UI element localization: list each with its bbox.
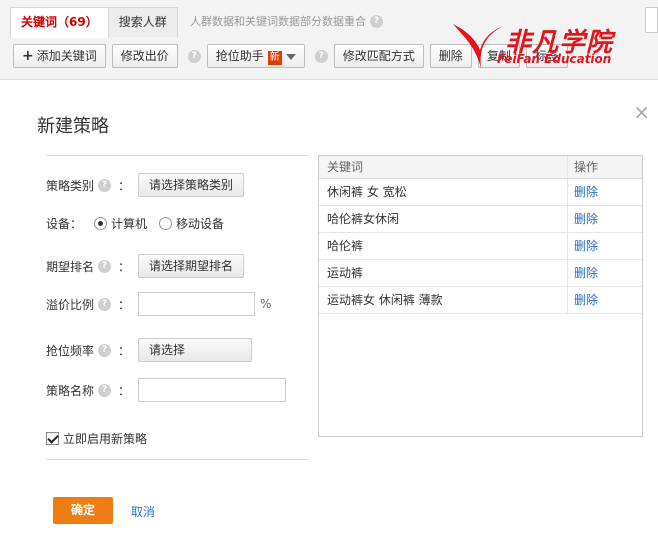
rank-select[interactable]: 请选择期望排名 <box>138 254 245 278</box>
keyword-cell: 休闲裤 女 宽松 <box>319 179 568 205</box>
divider <box>46 459 309 460</box>
delete-link[interactable]: 删除 <box>574 239 598 253</box>
help-icon[interactable]: ? <box>98 343 112 357</box>
name-row: 策略名称? ： <box>46 378 287 402</box>
delete-link[interactable]: 删除 <box>574 212 598 226</box>
tab-note-text: 人群数据和关键词数据部分数据重合 <box>190 15 366 28</box>
logo-subtext: FeiFan Education <box>497 52 612 66</box>
modify-bid-button[interactable]: 修改出价 <box>111 44 178 68</box>
delete-link[interactable]: 删除 <box>574 185 598 199</box>
table-header: 关键词 操作 <box>319 156 642 179</box>
keyword-cell: 哈伦裤女休闲 <box>319 206 568 232</box>
frequency-label: 抢位频率? ： <box>46 342 138 359</box>
strategy-name-input[interactable] <box>138 378 287 402</box>
divider <box>46 155 309 156</box>
help-icon[interactable]: ? <box>98 178 112 192</box>
colon: ： <box>118 178 131 193</box>
confirm-button[interactable]: 确定 <box>53 497 113 524</box>
table-row: 运动裤女 休闲裤 薄款 删除 <box>319 287 642 314</box>
delete-link[interactable]: 删除 <box>574 293 598 307</box>
new-badge: 新 <box>267 51 282 65</box>
colon: ： <box>118 383 131 398</box>
watermark-logo: 非凡学院 FeiFan Education <box>445 18 625 72</box>
tab-note: 人群数据和关键词数据部分数据重合 ? <box>190 13 383 29</box>
device-label: 设备： <box>46 217 83 231</box>
help-icon[interactable]: ? <box>98 297 112 311</box>
table-row: 哈伦裤女休闲 删除 <box>319 206 642 233</box>
keyword-cell: 哈伦裤 <box>319 233 568 259</box>
colon: ： <box>118 343 131 358</box>
add-keyword-label: 添加关键词 <box>36 49 97 63</box>
premium-unit: % <box>260 297 272 311</box>
device-option-label: 计算机 <box>111 217 148 231</box>
premium-label: 溢价比例? ： <box>46 296 138 313</box>
rank-row: 期望排名? ： 请选择期望排名 <box>46 254 245 278</box>
name-label: 策略名称? ： <box>46 382 138 399</box>
strategy-type-row: 策略类别? ： 请选择策略类别 <box>46 173 245 197</box>
help-icon[interactable]: ? <box>98 383 112 397</box>
chevron-down-icon <box>285 53 296 60</box>
modify-match-button[interactable]: 修改匹配方式 <box>333 44 424 68</box>
device-option-mobile[interactable]: 移动设备 <box>159 215 224 232</box>
frequency-select[interactable]: 请选择 <box>138 338 253 362</box>
premium-input[interactable] <box>138 292 256 316</box>
tab-search-crowd[interactable]: 搜索人群 <box>107 7 178 37</box>
device-option-computer[interactable]: 计算机 <box>94 215 147 232</box>
rank-label: 期望排名? ： <box>46 258 138 275</box>
rank-label-text: 期望排名 <box>46 259 95 274</box>
column-header-keyword: 关键词 <box>319 156 568 178</box>
plus-icon: + <box>22 48 34 64</box>
enable-label: 立即启用新策略 <box>63 432 148 446</box>
premium-row: 溢价比例? ： % <box>46 292 271 316</box>
grab-assistant-label: 抢位助手 <box>215 49 264 63</box>
help-icon[interactable]: ? <box>98 259 112 273</box>
strategy-type-label-text: 策略类别 <box>46 178 95 193</box>
enable-row: 立即启用新策略 <box>46 430 147 447</box>
strategy-type-select[interactable]: 请选择策略类别 <box>138 173 245 197</box>
new-strategy-dialog: 新建策略 × 策略类别? ： 请选择策略类别 设备： 计算机 移动设备 期望排名?… <box>11 84 658 539</box>
help-icon[interactable]: ? <box>314 49 328 63</box>
keyword-table: 关键词 操作 休闲裤 女 宽松 删除 哈伦裤女休闲 删除 哈伦裤 删除 运动裤 … <box>318 155 643 437</box>
delete-link[interactable]: 删除 <box>574 266 598 280</box>
help-icon[interactable]: ? <box>187 49 201 63</box>
keyword-cell: 运动裤女 休闲裤 薄款 <box>319 287 568 313</box>
radio-computer[interactable] <box>94 217 108 230</box>
premium-label-text: 溢价比例 <box>46 297 95 312</box>
enable-checkbox[interactable] <box>46 432 59 445</box>
column-header-action: 操作 <box>574 160 599 174</box>
help-icon[interactable]: ? <box>370 14 383 28</box>
table-row: 休闲裤 女 宽松 删除 <box>319 179 642 206</box>
dialog-title: 新建策略 <box>37 116 109 137</box>
add-keyword-button[interactable]: + 添加关键词 <box>13 44 106 68</box>
close-icon[interactable]: × <box>633 102 650 122</box>
table-row: 运动裤 删除 <box>319 260 642 287</box>
colon: ： <box>118 259 131 274</box>
keyword-cell: 运动裤 <box>319 260 568 286</box>
strategy-type-label: 策略类别? ： <box>46 177 138 194</box>
cancel-link[interactable]: 取消 <box>131 503 155 520</box>
colon: ： <box>118 297 131 312</box>
frequency-row: 抢位频率? ： 请选择 <box>46 338 253 362</box>
logo-swoosh-icon <box>453 24 503 68</box>
table-row: 哈伦裤 删除 <box>319 233 642 260</box>
top-bar: 关键词（69） 搜索人群 人群数据和关键词数据部分数据重合 ? + 添加关键词 修… <box>0 0 658 80</box>
name-label-text: 策略名称 <box>46 383 95 398</box>
tab-strip: 关键词（69） 搜索人群 <box>10 7 178 38</box>
frequency-label-text: 抢位频率 <box>46 343 95 358</box>
tab-more-button[interactable] <box>645 7 658 33</box>
device-row: 设备： 计算机 移动设备 <box>46 215 224 232</box>
device-option-label: 移动设备 <box>176 217 225 231</box>
grab-assistant-button[interactable]: 抢位助手新 <box>206 44 305 68</box>
radio-mobile[interactable] <box>159 217 173 230</box>
tab-keywords[interactable]: 关键词（69） <box>10 7 109 38</box>
